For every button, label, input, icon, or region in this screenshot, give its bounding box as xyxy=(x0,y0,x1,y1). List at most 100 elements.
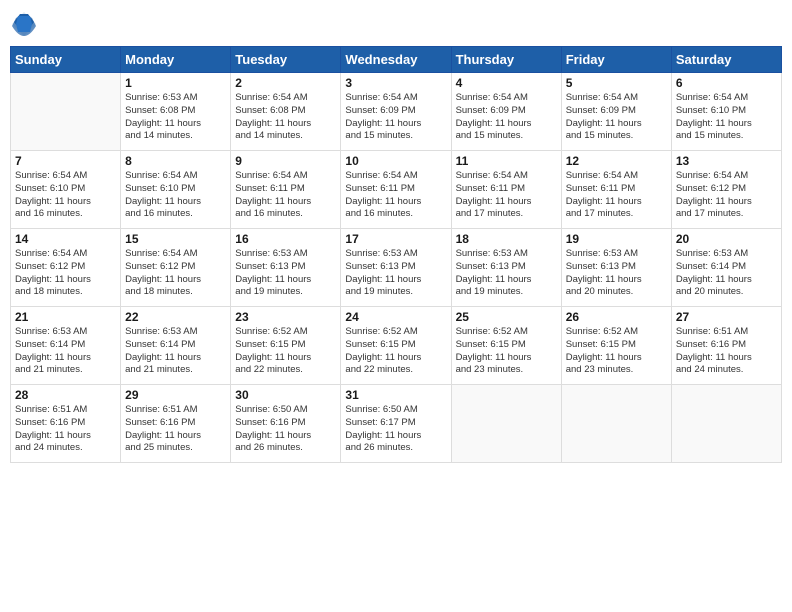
calendar-cell xyxy=(11,73,121,151)
day-number: 16 xyxy=(235,232,336,246)
day-number: 31 xyxy=(345,388,446,402)
page-container: SundayMondayTuesdayWednesdayThursdayFrid… xyxy=(0,0,792,612)
day-number: 30 xyxy=(235,388,336,402)
day-number: 9 xyxy=(235,154,336,168)
logo-icon xyxy=(10,10,38,38)
day-number: 2 xyxy=(235,76,336,90)
day-header-saturday: Saturday xyxy=(671,47,781,73)
day-info: Sunrise: 6:53 AM Sunset: 6:14 PM Dayligh… xyxy=(676,248,777,299)
day-number: 29 xyxy=(125,388,226,402)
calendar-cell: 16 Sunrise: 6:53 AM Sunset: 6:13 PM Dayli… xyxy=(231,229,341,307)
calendar-cell: 14 Sunrise: 6:54 AM Sunset: 6:12 PM Dayli… xyxy=(11,229,121,307)
calendar-cell: 11 Sunrise: 6:54 AM Sunset: 6:11 PM Dayli… xyxy=(451,151,561,229)
day-header-thursday: Thursday xyxy=(451,47,561,73)
day-info: Sunrise: 6:54 AM Sunset: 6:11 PM Dayligh… xyxy=(235,170,336,221)
day-number: 21 xyxy=(15,310,116,324)
calendar-cell xyxy=(671,385,781,463)
day-number: 23 xyxy=(235,310,336,324)
calendar-cell: 25 Sunrise: 6:52 AM Sunset: 6:15 PM Dayli… xyxy=(451,307,561,385)
day-info: Sunrise: 6:53 AM Sunset: 6:14 PM Dayligh… xyxy=(125,326,226,377)
day-number: 25 xyxy=(456,310,557,324)
day-info: Sunrise: 6:54 AM Sunset: 6:12 PM Dayligh… xyxy=(125,248,226,299)
calendar-cell: 15 Sunrise: 6:54 AM Sunset: 6:12 PM Dayli… xyxy=(121,229,231,307)
calendar-cell: 3 Sunrise: 6:54 AM Sunset: 6:09 PM Daylig… xyxy=(341,73,451,151)
calendar-cell: 31 Sunrise: 6:50 AM Sunset: 6:17 PM Dayli… xyxy=(341,385,451,463)
day-header-sunday: Sunday xyxy=(11,47,121,73)
logo xyxy=(10,10,42,38)
day-info: Sunrise: 6:52 AM Sunset: 6:15 PM Dayligh… xyxy=(235,326,336,377)
day-number: 14 xyxy=(15,232,116,246)
calendar-cell: 18 Sunrise: 6:53 AM Sunset: 6:13 PM Dayli… xyxy=(451,229,561,307)
calendar-cell: 19Sunrise: 6:53 AM Sunset: 6:13 PM Dayli… xyxy=(561,229,671,307)
day-number: 22 xyxy=(125,310,226,324)
header-row: SundayMondayTuesdayWednesdayThursdayFrid… xyxy=(11,47,782,73)
day-number: 3 xyxy=(345,76,446,90)
day-info: Sunrise: 6:54 AM Sunset: 6:11 PM Dayligh… xyxy=(456,170,557,221)
calendar-week-2: 14 Sunrise: 6:54 AM Sunset: 6:12 PM Dayli… xyxy=(11,229,782,307)
calendar-cell: 12 Sunrise: 6:54 AM Sunset: 6:11 PM Dayli… xyxy=(561,151,671,229)
calendar-cell: 1 Sunrise: 6:53 AM Sunset: 6:08 PM Daylig… xyxy=(121,73,231,151)
day-number: 6 xyxy=(676,76,777,90)
day-info: Sunrise: 6:54 AM Sunset: 6:09 PM Dayligh… xyxy=(345,92,446,143)
calendar-cell: 29 Sunrise: 6:51 AM Sunset: 6:16 PM Dayli… xyxy=(121,385,231,463)
day-number: 19 xyxy=(566,232,667,246)
calendar-cell: 28 Sunrise: 6:51 AM Sunset: 6:16 PM Dayli… xyxy=(11,385,121,463)
calendar-week-3: 21 Sunrise: 6:53 AM Sunset: 6:14 PM Dayli… xyxy=(11,307,782,385)
day-info: Sunrise: 6:54 AM Sunset: 6:12 PM Dayligh… xyxy=(15,248,116,299)
day-number: 10 xyxy=(345,154,446,168)
day-number: 17 xyxy=(345,232,446,246)
calendar-week-0: 1 Sunrise: 6:53 AM Sunset: 6:08 PM Daylig… xyxy=(11,73,782,151)
day-number: 13 xyxy=(676,154,777,168)
day-info: Sunrise: 6:54 AM Sunset: 6:10 PM Dayligh… xyxy=(676,92,777,143)
day-number: 15 xyxy=(125,232,226,246)
calendar-cell: 17 Sunrise: 6:53 AM Sunset: 6:13 PM Dayli… xyxy=(341,229,451,307)
day-info: Sunrise: 6:53 AM Sunset: 6:13 PM Dayligh… xyxy=(345,248,446,299)
day-header-friday: Friday xyxy=(561,47,671,73)
day-info: Sunrise: 6:51 AM Sunset: 6:16 PM Dayligh… xyxy=(676,326,777,377)
day-number: 12 xyxy=(566,154,667,168)
calendar-week-1: 7Sunrise: 6:54 AM Sunset: 6:10 PM Daylig… xyxy=(11,151,782,229)
calendar-cell: 27 Sunrise: 6:51 AM Sunset: 6:16 PM Dayli… xyxy=(671,307,781,385)
day-info: Sunrise: 6:54 AM Sunset: 6:11 PM Dayligh… xyxy=(566,170,667,221)
day-info: Sunrise: 6:52 AM Sunset: 6:15 PM Dayligh… xyxy=(456,326,557,377)
day-number: 18 xyxy=(456,232,557,246)
day-info: Sunrise: 6:53 AM Sunset: 6:08 PM Dayligh… xyxy=(125,92,226,143)
calendar-cell: 7Sunrise: 6:54 AM Sunset: 6:10 PM Daylig… xyxy=(11,151,121,229)
day-info: Sunrise: 6:50 AM Sunset: 6:16 PM Dayligh… xyxy=(235,404,336,455)
day-header-wednesday: Wednesday xyxy=(341,47,451,73)
calendar-cell: 24Sunrise: 6:52 AM Sunset: 6:15 PM Dayli… xyxy=(341,307,451,385)
day-number: 26 xyxy=(566,310,667,324)
day-info: Sunrise: 6:51 AM Sunset: 6:16 PM Dayligh… xyxy=(15,404,116,455)
calendar-cell: 26 Sunrise: 6:52 AM Sunset: 6:15 PM Dayli… xyxy=(561,307,671,385)
day-header-tuesday: Tuesday xyxy=(231,47,341,73)
calendar-body: 1 Sunrise: 6:53 AM Sunset: 6:08 PM Daylig… xyxy=(11,73,782,463)
calendar-cell: 10Sunrise: 6:54 AM Sunset: 6:11 PM Dayli… xyxy=(341,151,451,229)
day-info: Sunrise: 6:50 AM Sunset: 6:17 PM Dayligh… xyxy=(345,404,446,455)
day-info: Sunrise: 6:54 AM Sunset: 6:08 PM Dayligh… xyxy=(235,92,336,143)
day-info: Sunrise: 6:54 AM Sunset: 6:12 PM Dayligh… xyxy=(676,170,777,221)
calendar-table: SundayMondayTuesdayWednesdayThursdayFrid… xyxy=(10,46,782,463)
calendar-cell: 13 Sunrise: 6:54 AM Sunset: 6:12 PM Dayli… xyxy=(671,151,781,229)
calendar-week-4: 28 Sunrise: 6:51 AM Sunset: 6:16 PM Dayli… xyxy=(11,385,782,463)
calendar-cell: 23 Sunrise: 6:52 AM Sunset: 6:15 PM Dayli… xyxy=(231,307,341,385)
page-header xyxy=(10,10,782,38)
day-info: Sunrise: 6:52 AM Sunset: 6:15 PM Dayligh… xyxy=(566,326,667,377)
day-info: Sunrise: 6:53 AM Sunset: 6:13 PM Dayligh… xyxy=(456,248,557,299)
day-number: 1 xyxy=(125,76,226,90)
calendar-cell: 21Sunrise: 6:53 AM Sunset: 6:14 PM Dayli… xyxy=(11,307,121,385)
calendar-header: SundayMondayTuesdayWednesdayThursdayFrid… xyxy=(11,47,782,73)
day-info: Sunrise: 6:53 AM Sunset: 6:13 PM Dayligh… xyxy=(235,248,336,299)
day-number: 11 xyxy=(456,154,557,168)
day-number: 8 xyxy=(125,154,226,168)
calendar-cell: 2 Sunrise: 6:54 AM Sunset: 6:08 PM Daylig… xyxy=(231,73,341,151)
day-number: 5 xyxy=(566,76,667,90)
calendar-cell: 22 Sunrise: 6:53 AM Sunset: 6:14 PM Dayli… xyxy=(121,307,231,385)
day-number: 4 xyxy=(456,76,557,90)
day-number: 27 xyxy=(676,310,777,324)
day-info: Sunrise: 6:51 AM Sunset: 6:16 PM Dayligh… xyxy=(125,404,226,455)
day-number: 28 xyxy=(15,388,116,402)
calendar-cell xyxy=(451,385,561,463)
calendar-cell: 6 Sunrise: 6:54 AM Sunset: 6:10 PM Daylig… xyxy=(671,73,781,151)
day-info: Sunrise: 6:52 AM Sunset: 6:15 PM Dayligh… xyxy=(345,326,446,377)
calendar-cell: 20Sunrise: 6:53 AM Sunset: 6:14 PM Dayli… xyxy=(671,229,781,307)
